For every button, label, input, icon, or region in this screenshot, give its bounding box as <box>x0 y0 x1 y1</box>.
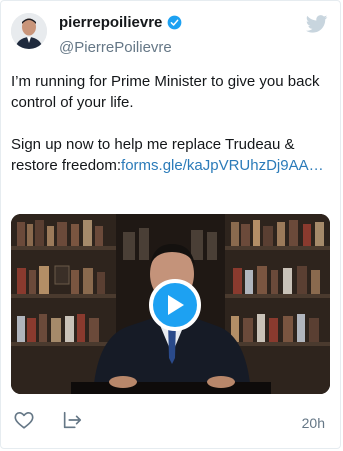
share-icon[interactable] <box>61 409 83 431</box>
timestamp[interactable]: 20h <box>302 415 325 431</box>
display-name[interactable]: pierrepoilievre <box>59 14 162 31</box>
twitter-bird-icon[interactable] <box>306 15 328 33</box>
verified-badge-icon <box>168 15 182 30</box>
play-button[interactable] <box>149 279 201 331</box>
tweet-actions: 20h <box>11 409 333 435</box>
tweet-text: I’m running for Prime Minister to give y… <box>11 71 333 176</box>
heart-icon[interactable] <box>13 409 35 431</box>
tweet-link[interactable]: forms.gle/kaJpVRUhzDj9AA… <box>121 157 324 174</box>
play-icon <box>168 295 184 315</box>
tweet-card: pierrepoilievre @PierrePoilievre I’m run… <box>0 0 341 449</box>
avatar[interactable] <box>11 13 47 49</box>
user-handle[interactable]: @PierrePoilievre <box>59 39 172 56</box>
name-row: pierrepoilievre <box>59 14 182 31</box>
video-thumbnail[interactable] <box>11 214 330 394</box>
tweet-text-line1: I’m running for Prime Minister to give y… <box>11 73 320 111</box>
